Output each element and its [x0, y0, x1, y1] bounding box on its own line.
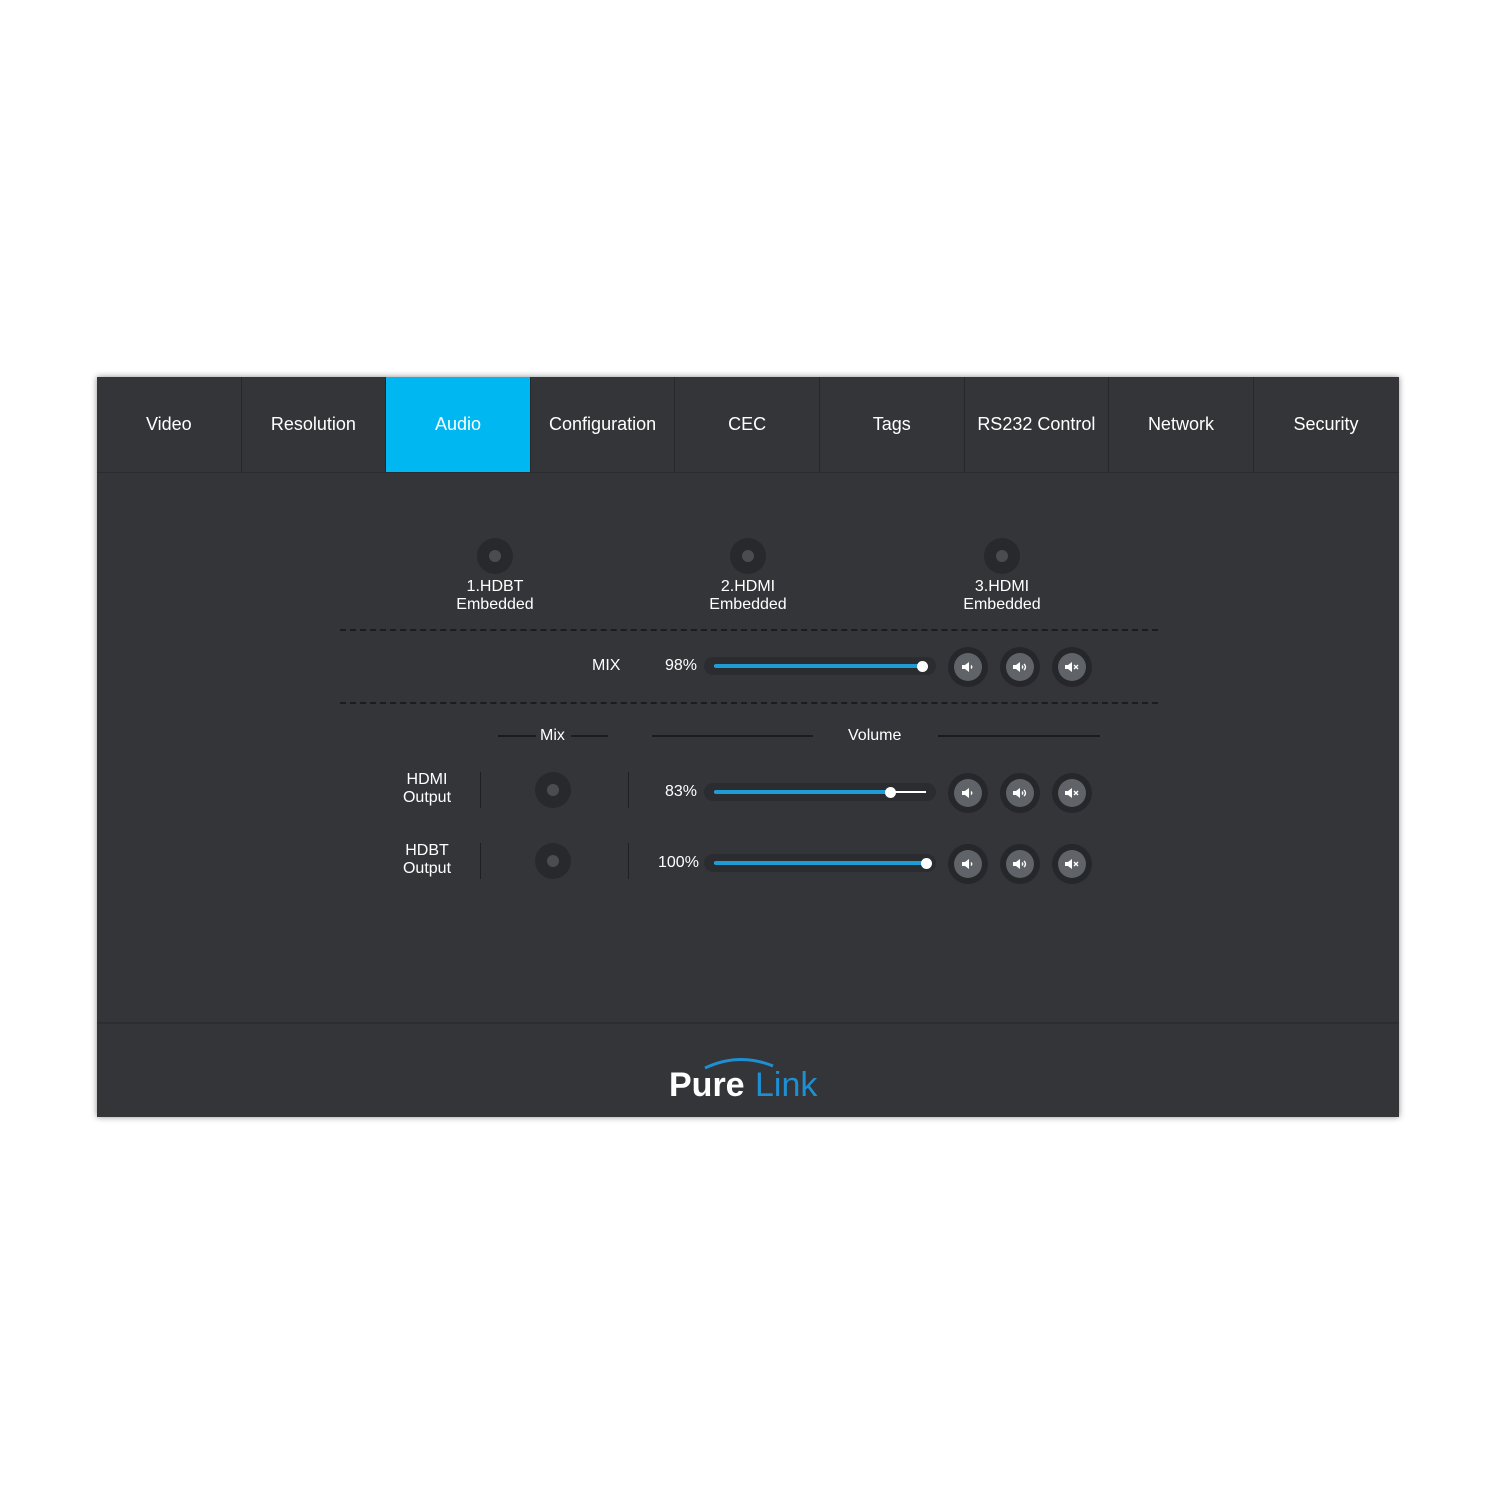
source-label-2-line2: Embedded [709, 596, 787, 613]
header-rule [498, 735, 536, 737]
row-separator [480, 772, 481, 808]
volume-up-icon [1013, 662, 1027, 672]
hdmi-output-mix-radio[interactable] [535, 772, 571, 808]
hdmi-output-volume-down-button[interactable] [948, 773, 988, 813]
tab-bar: Video Resolution Audio Configuration CEC… [97, 377, 1399, 473]
hdbt-output-label-line1: HDBT [405, 842, 449, 859]
source-label-3-line2: Embedded [963, 596, 1041, 613]
logo-word-link: Link [755, 1066, 818, 1104]
volume-down-icon [962, 788, 973, 798]
tab-audio[interactable]: Audio [386, 377, 531, 472]
mix-column-header: Mix [540, 727, 565, 744]
tab-network[interactable]: Network [1109, 377, 1254, 472]
source-label-3-line1: 3.HDMI [974, 578, 1030, 595]
tab-security[interactable]: Security [1254, 377, 1399, 472]
row-separator [628, 843, 629, 879]
source-radio-3[interactable] [984, 538, 1020, 574]
tab-tags[interactable]: Tags [820, 377, 965, 472]
hdbt-output-label: HDBT Output [397, 842, 457, 878]
mix-row-label: MIX [592, 657, 621, 674]
audio-settings-panel: Video Resolution Audio Configuration CEC… [97, 377, 1399, 1117]
volume-up-icon [1013, 859, 1027, 869]
hdmi-output-mute-button[interactable] [1052, 773, 1092, 813]
hdbt-output-mix-radio[interactable] [535, 843, 571, 879]
volume-down-icon [962, 662, 973, 672]
row-separator [480, 843, 481, 879]
slider-thumb[interactable] [884, 787, 896, 798]
mix-volume-value: 98% [665, 657, 698, 674]
source-option-2[interactable]: 2.HDMI Embedded [668, 538, 828, 614]
hdmi-output-label-line1: HDMI [406, 771, 448, 788]
tab-rs232-control[interactable]: RS232 Control [965, 377, 1110, 472]
volume-down-icon [962, 859, 973, 869]
header-rule [652, 735, 813, 737]
divider-dashed [340, 629, 1158, 631]
logo-word-pure: Pure [669, 1066, 745, 1104]
mute-icon [1065, 662, 1079, 672]
slider-thumb[interactable] [921, 858, 932, 869]
hdmi-output-label-line2: Output [402, 789, 452, 806]
header-rule [571, 735, 608, 737]
hdbt-output-volume-up-button[interactable] [1000, 844, 1040, 884]
tab-cec[interactable]: CEC [675, 377, 820, 472]
hdbt-output-mute-button[interactable] [1052, 844, 1092, 884]
source-option-1[interactable]: 1.HDBT Embedded [415, 538, 575, 614]
mix-volume-down-button[interactable] [948, 647, 988, 687]
divider-dashed [340, 702, 1158, 704]
hdmi-output-volume-up-button[interactable] [1000, 773, 1040, 813]
tab-resolution[interactable]: Resolution [242, 377, 387, 472]
purelink-logo: Pure Link [669, 1057, 818, 1104]
hdbt-output-volume-down-button[interactable] [948, 844, 988, 884]
header-rule [938, 735, 1100, 737]
hdbt-output-label-line2: Output [402, 860, 452, 877]
source-radio-2[interactable] [730, 538, 766, 574]
mix-volume-up-button[interactable] [1000, 647, 1040, 687]
hdbt-output-volume-value: 100% [658, 854, 699, 871]
source-radio-1[interactable] [477, 538, 513, 574]
source-label-1-line1: 1.HDBT [466, 578, 524, 595]
mute-icon [1065, 788, 1079, 798]
hdmi-output-volume-value: 83% [665, 783, 698, 800]
source-option-3[interactable]: 3.HDMI Embedded [922, 538, 1082, 614]
volume-column-header: Volume [848, 727, 902, 744]
hdmi-output-volume-slider[interactable] [704, 783, 936, 801]
footer: Pure Link [97, 1022, 1399, 1119]
tab-video[interactable]: Video [97, 377, 242, 472]
mix-mute-button[interactable] [1052, 647, 1092, 687]
hdbt-output-volume-slider[interactable] [704, 854, 936, 872]
tab-configuration[interactable]: Configuration [531, 377, 676, 472]
mix-volume-slider[interactable] [704, 657, 936, 675]
volume-up-icon [1013, 788, 1027, 798]
source-label-2-line1: 2.HDMI [720, 578, 776, 595]
hdmi-output-label: HDMI Output [397, 771, 457, 807]
row-separator [628, 772, 629, 808]
mute-icon [1065, 859, 1079, 869]
source-label-1-line2: Embedded [456, 596, 534, 613]
slider-thumb[interactable] [916, 661, 928, 672]
